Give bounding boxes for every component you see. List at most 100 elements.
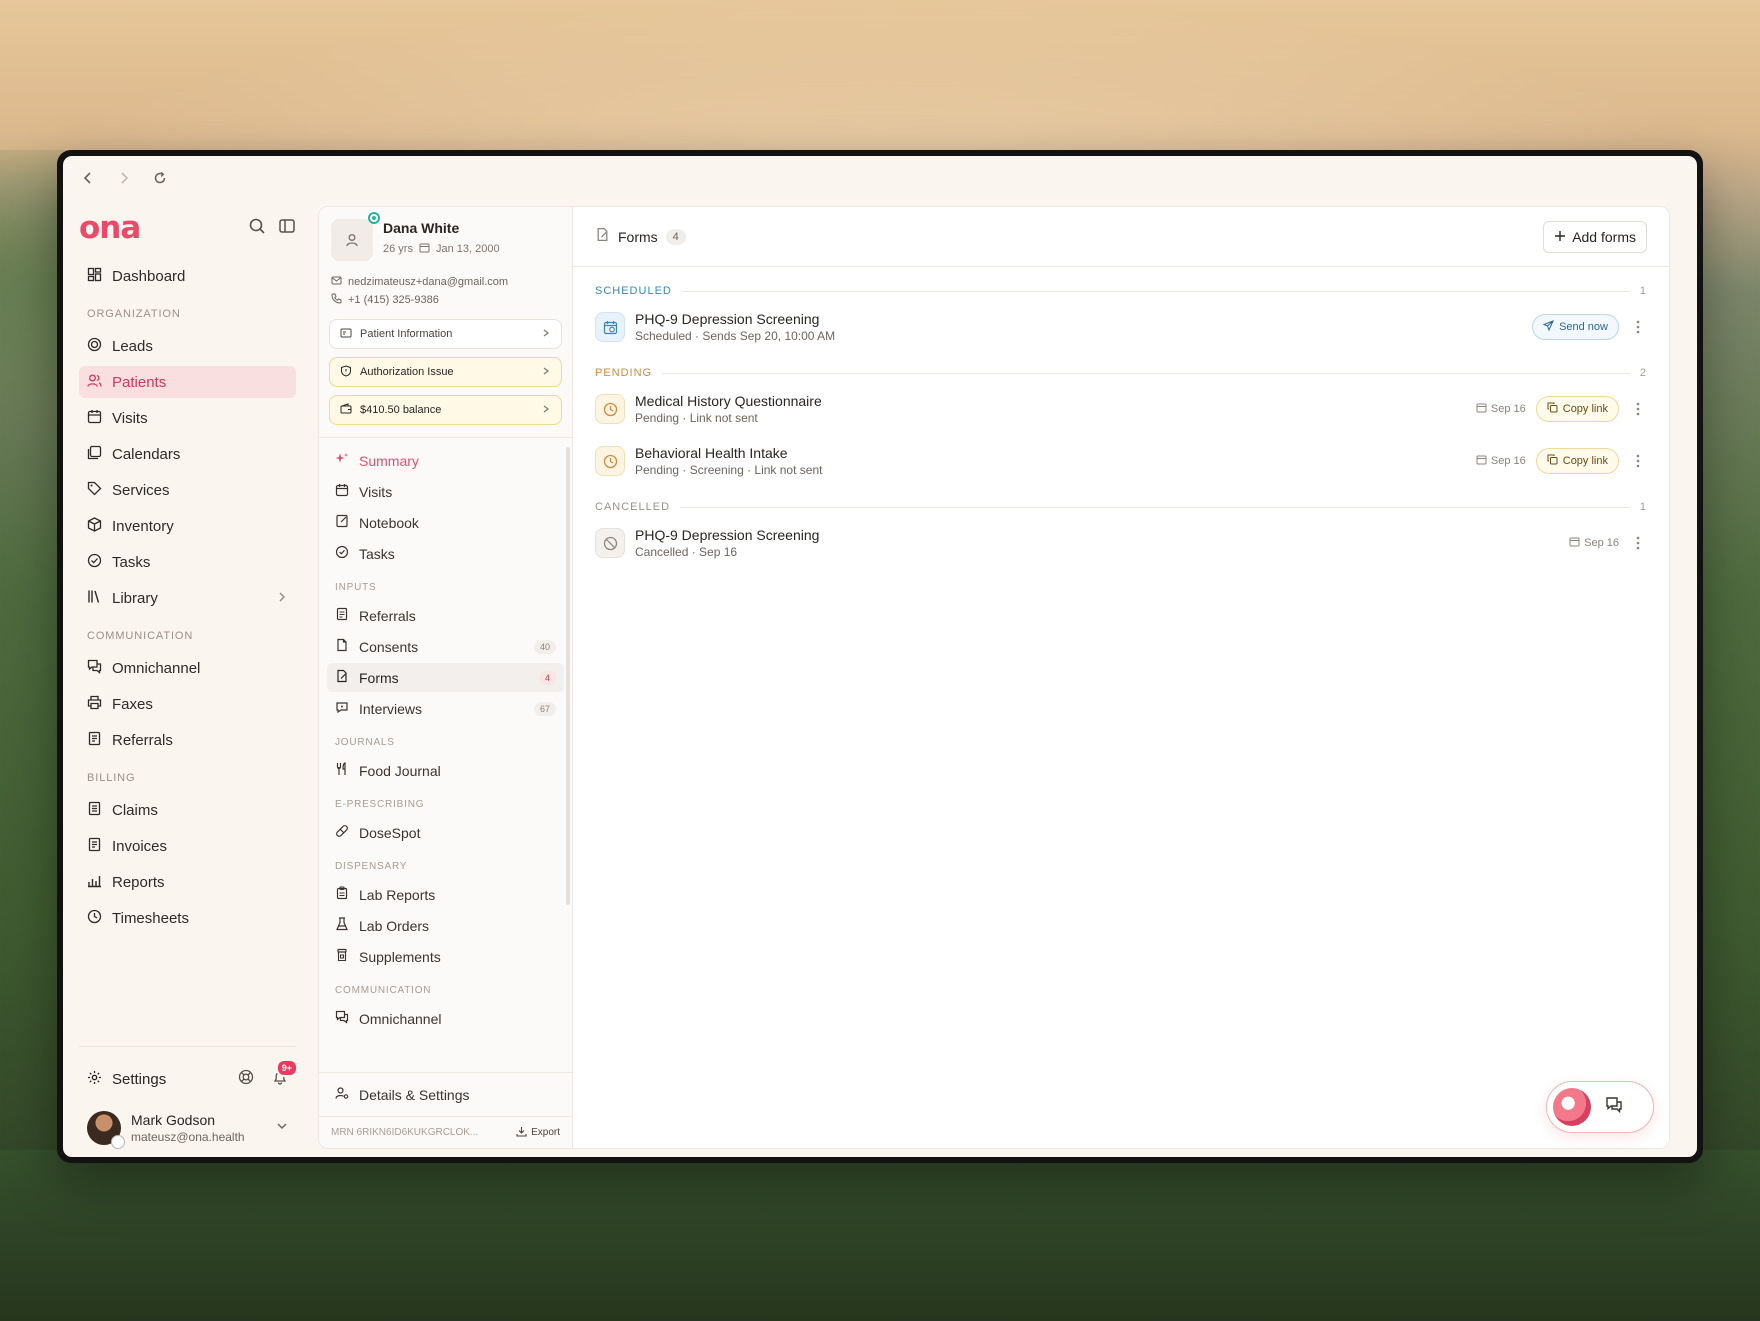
sidebar-item-patients[interactable]: Patients bbox=[79, 366, 296, 398]
sidebar-item-faxes[interactable]: Faxes bbox=[79, 688, 296, 720]
settings-link[interactable]: Settings bbox=[112, 1071, 166, 1088]
copy-link-label: Copy link bbox=[1562, 403, 1608, 415]
patient-nav-dosespot[interactable]: DoseSpot bbox=[327, 818, 564, 847]
form-row[interactable]: Medical History Questionnaire Pending · … bbox=[573, 387, 1669, 431]
patient-nav-notebook[interactable]: Notebook bbox=[327, 508, 564, 537]
sidebar-item-referrals[interactable]: Referrals bbox=[79, 724, 296, 756]
patient-nav-food-journal[interactable]: Food Journal bbox=[327, 756, 564, 785]
patient-information-button[interactable]: Patient Information bbox=[329, 319, 562, 349]
chevron-down-icon[interactable] bbox=[276, 1119, 288, 1137]
sidebar-item-invoices[interactable]: Invoices bbox=[79, 830, 296, 862]
details-settings-button[interactable]: Details & Settings bbox=[319, 1072, 572, 1116]
group-header-scheduled: SCHEDULED 1 bbox=[573, 285, 1669, 297]
patient-nav-referrals[interactable]: Referrals bbox=[327, 601, 564, 630]
notifications-button[interactable]: 9+ bbox=[272, 1059, 298, 1089]
group-count: 1 bbox=[1639, 285, 1647, 297]
calendar-icon bbox=[335, 483, 349, 500]
date-text: Sep 16 bbox=[1490, 455, 1526, 467]
sidebar-item-omnichannel[interactable]: Omnichannel bbox=[79, 652, 296, 684]
more-vertical-icon[interactable] bbox=[1629, 320, 1647, 334]
patient-contact: nedzimateusz+dana@gmail.com +1 (415) 325… bbox=[319, 261, 572, 309]
assistant-orb-icon[interactable] bbox=[1553, 1088, 1591, 1126]
export-button[interactable]: Export bbox=[516, 1126, 560, 1140]
section-label-billing: BILLING bbox=[87, 772, 136, 784]
user-menu[interactable]: Mark Godson mateusz@ona.health bbox=[79, 1095, 296, 1149]
form-row[interactable]: Behavioral Health Intake Pending · Scree… bbox=[573, 439, 1669, 483]
sidebar-item-leads[interactable]: Leads bbox=[79, 330, 296, 362]
search-icon[interactable] bbox=[248, 217, 266, 240]
assistant-widget[interactable] bbox=[1546, 1081, 1654, 1133]
form-status: Pending · Link not sent bbox=[635, 411, 758, 425]
sidebar-item-label: Library bbox=[112, 589, 158, 607]
copy-icon bbox=[1547, 402, 1558, 416]
authorization-issue-button[interactable]: Authorization Issue bbox=[329, 357, 562, 387]
group-count: 1 bbox=[1639, 501, 1647, 513]
copy-link-button[interactable]: Copy link bbox=[1535, 448, 1619, 474]
reload-icon[interactable] bbox=[147, 165, 173, 191]
form-row[interactable]: PHQ-9 Depression Screening Cancelled · S… bbox=[573, 521, 1669, 565]
forms-panel: Forms 4 Add forms SCHEDULED 1 PHQ-9 Depr… bbox=[573, 207, 1669, 1148]
add-forms-button[interactable]: Add forms bbox=[1543, 220, 1647, 253]
patient-nav-lab-reports[interactable]: Lab Reports bbox=[327, 880, 564, 909]
patient-email[interactable]: nedzimateusz+dana@gmail.com bbox=[348, 276, 508, 288]
patient-nav-tasks[interactable]: Tasks bbox=[327, 539, 564, 568]
download-icon bbox=[516, 1126, 527, 1140]
patient-nav-summary[interactable]: Summary bbox=[327, 446, 564, 475]
more-vertical-icon[interactable] bbox=[1629, 536, 1647, 550]
scrollbar[interactable] bbox=[566, 447, 570, 905]
send-now-button[interactable]: Send now bbox=[1532, 314, 1619, 340]
bar-chart-icon bbox=[87, 873, 102, 892]
phone-icon bbox=[331, 293, 342, 307]
copy-link-button[interactable]: Copy link bbox=[1535, 396, 1619, 422]
sidebar-item-services[interactable]: Services bbox=[79, 474, 296, 506]
ona-logo[interactable]: ona bbox=[79, 210, 141, 246]
box-icon bbox=[87, 516, 102, 536]
sidebar-header: ona bbox=[63, 200, 312, 256]
more-vertical-icon[interactable] bbox=[1629, 454, 1647, 468]
nav-label: Lab Reports bbox=[359, 886, 436, 903]
library-icon bbox=[87, 589, 102, 608]
back-icon[interactable] bbox=[75, 165, 101, 191]
patient-nav-consents[interactable]: Consents 40 bbox=[327, 632, 564, 661]
export-label: Export bbox=[531, 1127, 560, 1138]
sidebar-nav: Dashboard ORGANIZATION Leads Patients Vi… bbox=[63, 260, 312, 934]
patient-nav-forms[interactable]: Forms 4 bbox=[327, 663, 564, 692]
sidebar-item-reports[interactable]: Reports bbox=[79, 866, 296, 898]
more-vertical-icon[interactable] bbox=[1629, 402, 1647, 416]
sidebar-item-inventory[interactable]: Inventory bbox=[79, 510, 296, 542]
form-row[interactable]: PHQ-9 Depression Screening Scheduled · S… bbox=[573, 305, 1669, 349]
patient-nav-interviews[interactable]: Interviews 67 bbox=[327, 694, 564, 723]
sidebar-item-label: Reports bbox=[112, 873, 165, 891]
sidebar-item-claims[interactable]: Claims bbox=[79, 794, 296, 826]
sidebar-item-calendars[interactable]: Calendars bbox=[79, 438, 296, 470]
gear-icon[interactable] bbox=[87, 1070, 102, 1089]
form-status: Scheduled · Sends Sep 20, 10:00 AM bbox=[635, 329, 836, 343]
forward-icon[interactable] bbox=[111, 165, 137, 191]
sidebar: ona Dashboard ORGANIZATION Leads Patient… bbox=[63, 200, 312, 1157]
patient-nav-supplements[interactable]: Supplements bbox=[327, 942, 564, 971]
patient-phone[interactable]: +1 (415) 325-9386 bbox=[348, 294, 439, 306]
calendar-icon bbox=[87, 409, 102, 428]
sidebar-item-tasks[interactable]: Tasks bbox=[79, 546, 296, 578]
sidebar-item-library[interactable]: Library bbox=[79, 582, 296, 614]
sidebar-item-label: Claims bbox=[112, 801, 158, 819]
patient-nav-visits[interactable]: Visits bbox=[327, 477, 564, 506]
chat-icon bbox=[87, 659, 102, 678]
patient-nav-lab-orders[interactable]: Lab Orders bbox=[327, 911, 564, 940]
chevron-right-icon bbox=[541, 404, 551, 417]
app-window-inner: ona Dashboard ORGANIZATION Leads Patient… bbox=[63, 156, 1697, 1157]
nav-label: DoseSpot bbox=[359, 824, 421, 841]
balance-button[interactable]: $410.50 balance bbox=[329, 395, 562, 425]
divider bbox=[680, 506, 1630, 508]
nav-label: Consents bbox=[359, 638, 419, 655]
chat-icon[interactable] bbox=[1605, 1096, 1623, 1119]
utensils-icon bbox=[335, 762, 349, 779]
form-date: Sep 16 bbox=[1476, 454, 1526, 468]
sidebar-item-visits[interactable]: Visits bbox=[79, 402, 296, 434]
sidebar-item-timesheets[interactable]: Timesheets bbox=[79, 902, 296, 934]
help-icon[interactable] bbox=[238, 1069, 254, 1089]
patient-nav-omnichannel[interactable]: Omnichannel bbox=[327, 1004, 564, 1033]
nav-label: Forms bbox=[359, 669, 399, 686]
sidebar-toggle-icon[interactable] bbox=[278, 217, 296, 240]
sidebar-item-dashboard[interactable]: Dashboard bbox=[79, 260, 296, 292]
